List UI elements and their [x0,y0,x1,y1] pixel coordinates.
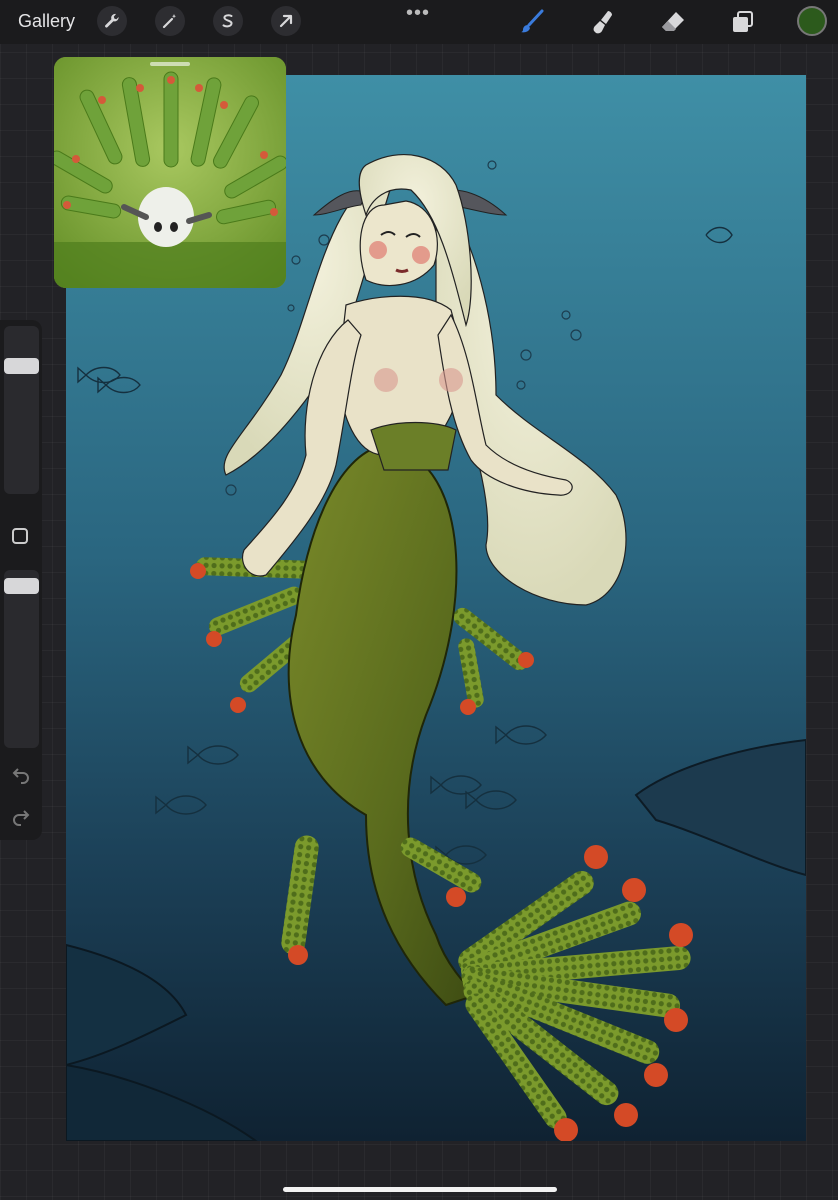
redo-icon[interactable] [10,805,32,827]
eraser-icon[interactable] [659,8,687,36]
brush-size-slider[interactable] [4,326,39,494]
gallery-button[interactable]: Gallery [18,11,75,32]
color-picker-swatch[interactable] [797,6,827,36]
reference-drag-handle[interactable] [150,62,190,66]
waist-fin [370,421,457,471]
reference-photo [54,57,286,288]
transform-arrow-icon[interactable] [271,6,301,36]
brush-size-thumb[interactable] [4,358,39,374]
wrench-icon[interactable] [97,6,127,36]
opacity-thumb[interactable] [4,578,39,594]
selection-icon[interactable] [213,6,243,36]
undo-icon[interactable] [10,763,32,785]
smudge-icon[interactable] [589,8,617,36]
left-sidebar [0,320,42,840]
opacity-slider[interactable] [4,570,39,748]
brush-icon[interactable] [518,8,546,36]
more-options-icon[interactable]: ••• [406,2,430,25]
magic-wand-icon[interactable] [155,6,185,36]
modify-button[interactable] [12,528,28,544]
top-toolbar: Gallery ••• [0,0,838,44]
home-indicator[interactable] [283,1187,557,1192]
layers-icon[interactable] [729,8,757,36]
reference-image-window[interactable] [54,57,286,288]
